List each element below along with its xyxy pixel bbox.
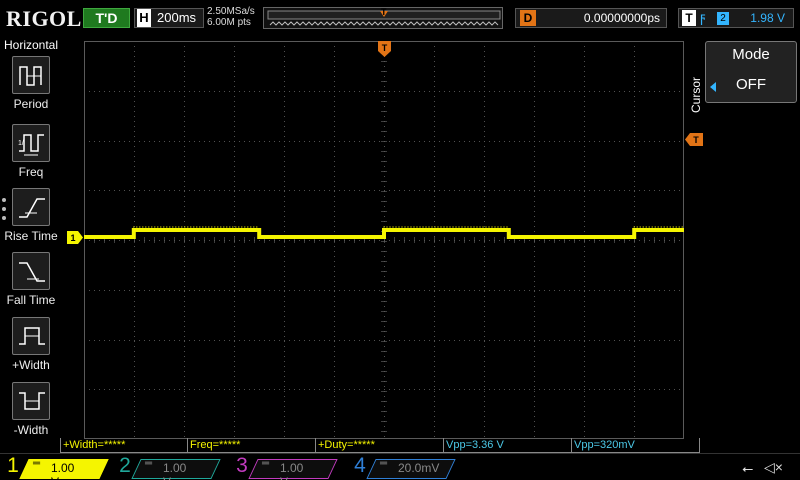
menu-item-label: Freq [18, 165, 44, 179]
channel1-ground-marker[interactable]: 1 [67, 231, 83, 244]
channel2-scale: 1.00 V [163, 461, 187, 480]
channel4-scale: 20.0mV [398, 461, 440, 475]
positive-width-icon [12, 317, 50, 355]
menu-item-freq[interactable]: 1/ Freq [0, 124, 62, 184]
dc-coupling-icon: ═ [33, 458, 41, 469]
memory-overview: T [263, 7, 503, 29]
dc-coupling-icon: ═ [145, 458, 153, 469]
cursor-mode-value: OFF [736, 76, 766, 93]
menu-item-label: +Width [12, 358, 50, 372]
frequency-icon: 1/ [12, 124, 50, 162]
cursor-section-title: Cursor [688, 66, 703, 126]
measurement-vpp-ch2[interactable]: Vpp=3.36 V [443, 438, 572, 453]
svg-text:1/: 1/ [18, 140, 24, 147]
memory-depth: 6.00M pts [207, 17, 251, 28]
cursor-mode-title: Mode [732, 46, 770, 63]
timebase-label: H [137, 9, 151, 27]
menu-item-positive-width[interactable]: +Width [0, 317, 62, 377]
dc-coupling-icon: ═ [262, 458, 270, 469]
delay-box[interactable]: D 0.00000000ps [515, 8, 667, 28]
speaker-muted-icon[interactable]: ◁× [764, 459, 783, 476]
delay-value: 0.00000000ps [583, 11, 660, 25]
trigger-box[interactable]: T ϝ 2 1.98 V [678, 8, 794, 28]
graticule [84, 41, 684, 439]
timebase-value: 200ms [157, 10, 197, 25]
rise-time-icon [12, 188, 50, 226]
acquisition-info: 2.50MSa/s 6.00M pts [207, 6, 255, 28]
trigger-level: 1.98 V [750, 11, 785, 25]
channel1-ground-label: 1 [70, 233, 75, 243]
timebase-box[interactable]: H 200ms [134, 8, 204, 28]
measurement-frequency[interactable]: Freq=***** [187, 438, 316, 453]
channel-status-bar: 1 ═ 1.00 V 2 ═ 1.00 V 3 ═ 1.00 V 4 ═ 20.… [0, 453, 800, 480]
trigger-position-label: T [382, 43, 388, 53]
trigger-label: T [682, 10, 696, 26]
channel3-scale: 1.00 V [280, 461, 304, 480]
menu-item-period[interactable]: Period [0, 56, 62, 116]
delay-label: D [520, 10, 536, 26]
top-status-bar: RIGOL T'D H 200ms 2.50MSa/s 6.00M pts T … [0, 0, 800, 36]
menu-item-label: Fall Time [6, 293, 56, 307]
menu-item-fall-time[interactable]: Fall Time [0, 252, 62, 312]
trigger-position-marker[interactable]: T [378, 41, 391, 57]
rising-edge-icon: ϝ [700, 9, 706, 25]
run-state-badge[interactable]: T'D [83, 8, 130, 28]
channel1-waveform [84, 228, 684, 239]
waveform-display[interactable] [84, 41, 684, 439]
cursor-mode-softkey[interactable]: Mode OFF [705, 41, 797, 103]
channel1-scale: 1.00 V [51, 461, 75, 480]
trigger-source: 2 [717, 12, 729, 25]
fall-time-icon [12, 252, 50, 290]
dc-coupling-icon: ═ [380, 458, 388, 469]
menu-item-label: Rise Time [4, 229, 58, 243]
measurement-bar: +Width=***** Freq=***** +Duty=***** Vpp=… [60, 438, 700, 453]
menu-item-negative-width[interactable]: -Width [0, 382, 62, 442]
usb-icon: ⭠ [742, 460, 754, 476]
horizontal-menu: Horizontal Period 1/ Freq Rise Time Fall… [0, 36, 62, 453]
brand-logo: RIGOL [6, 6, 82, 31]
negative-width-icon [12, 382, 50, 420]
cursor-title-text: Cursor [689, 77, 703, 114]
measurement-positive-width[interactable]: +Width=***** [60, 438, 188, 453]
menu-item-rise-time[interactable]: Rise Time [0, 188, 62, 248]
cursor-panel: Cursor Mode OFF [686, 36, 800, 446]
measurement-vpp-ch4[interactable]: Vpp=320mV [571, 438, 700, 453]
period-icon [12, 56, 50, 94]
menu-item-label: -Width [13, 423, 49, 437]
menu-item-label: Period [13, 97, 49, 111]
measurement-positive-duty[interactable]: +Duty=***** [315, 438, 444, 453]
menu-title: Horizontal [3, 38, 59, 52]
channel1-trace [84, 226, 684, 239]
sample-rate: 2.50MSa/s [207, 6, 255, 17]
memory-trigger-marker: T [381, 7, 387, 17]
